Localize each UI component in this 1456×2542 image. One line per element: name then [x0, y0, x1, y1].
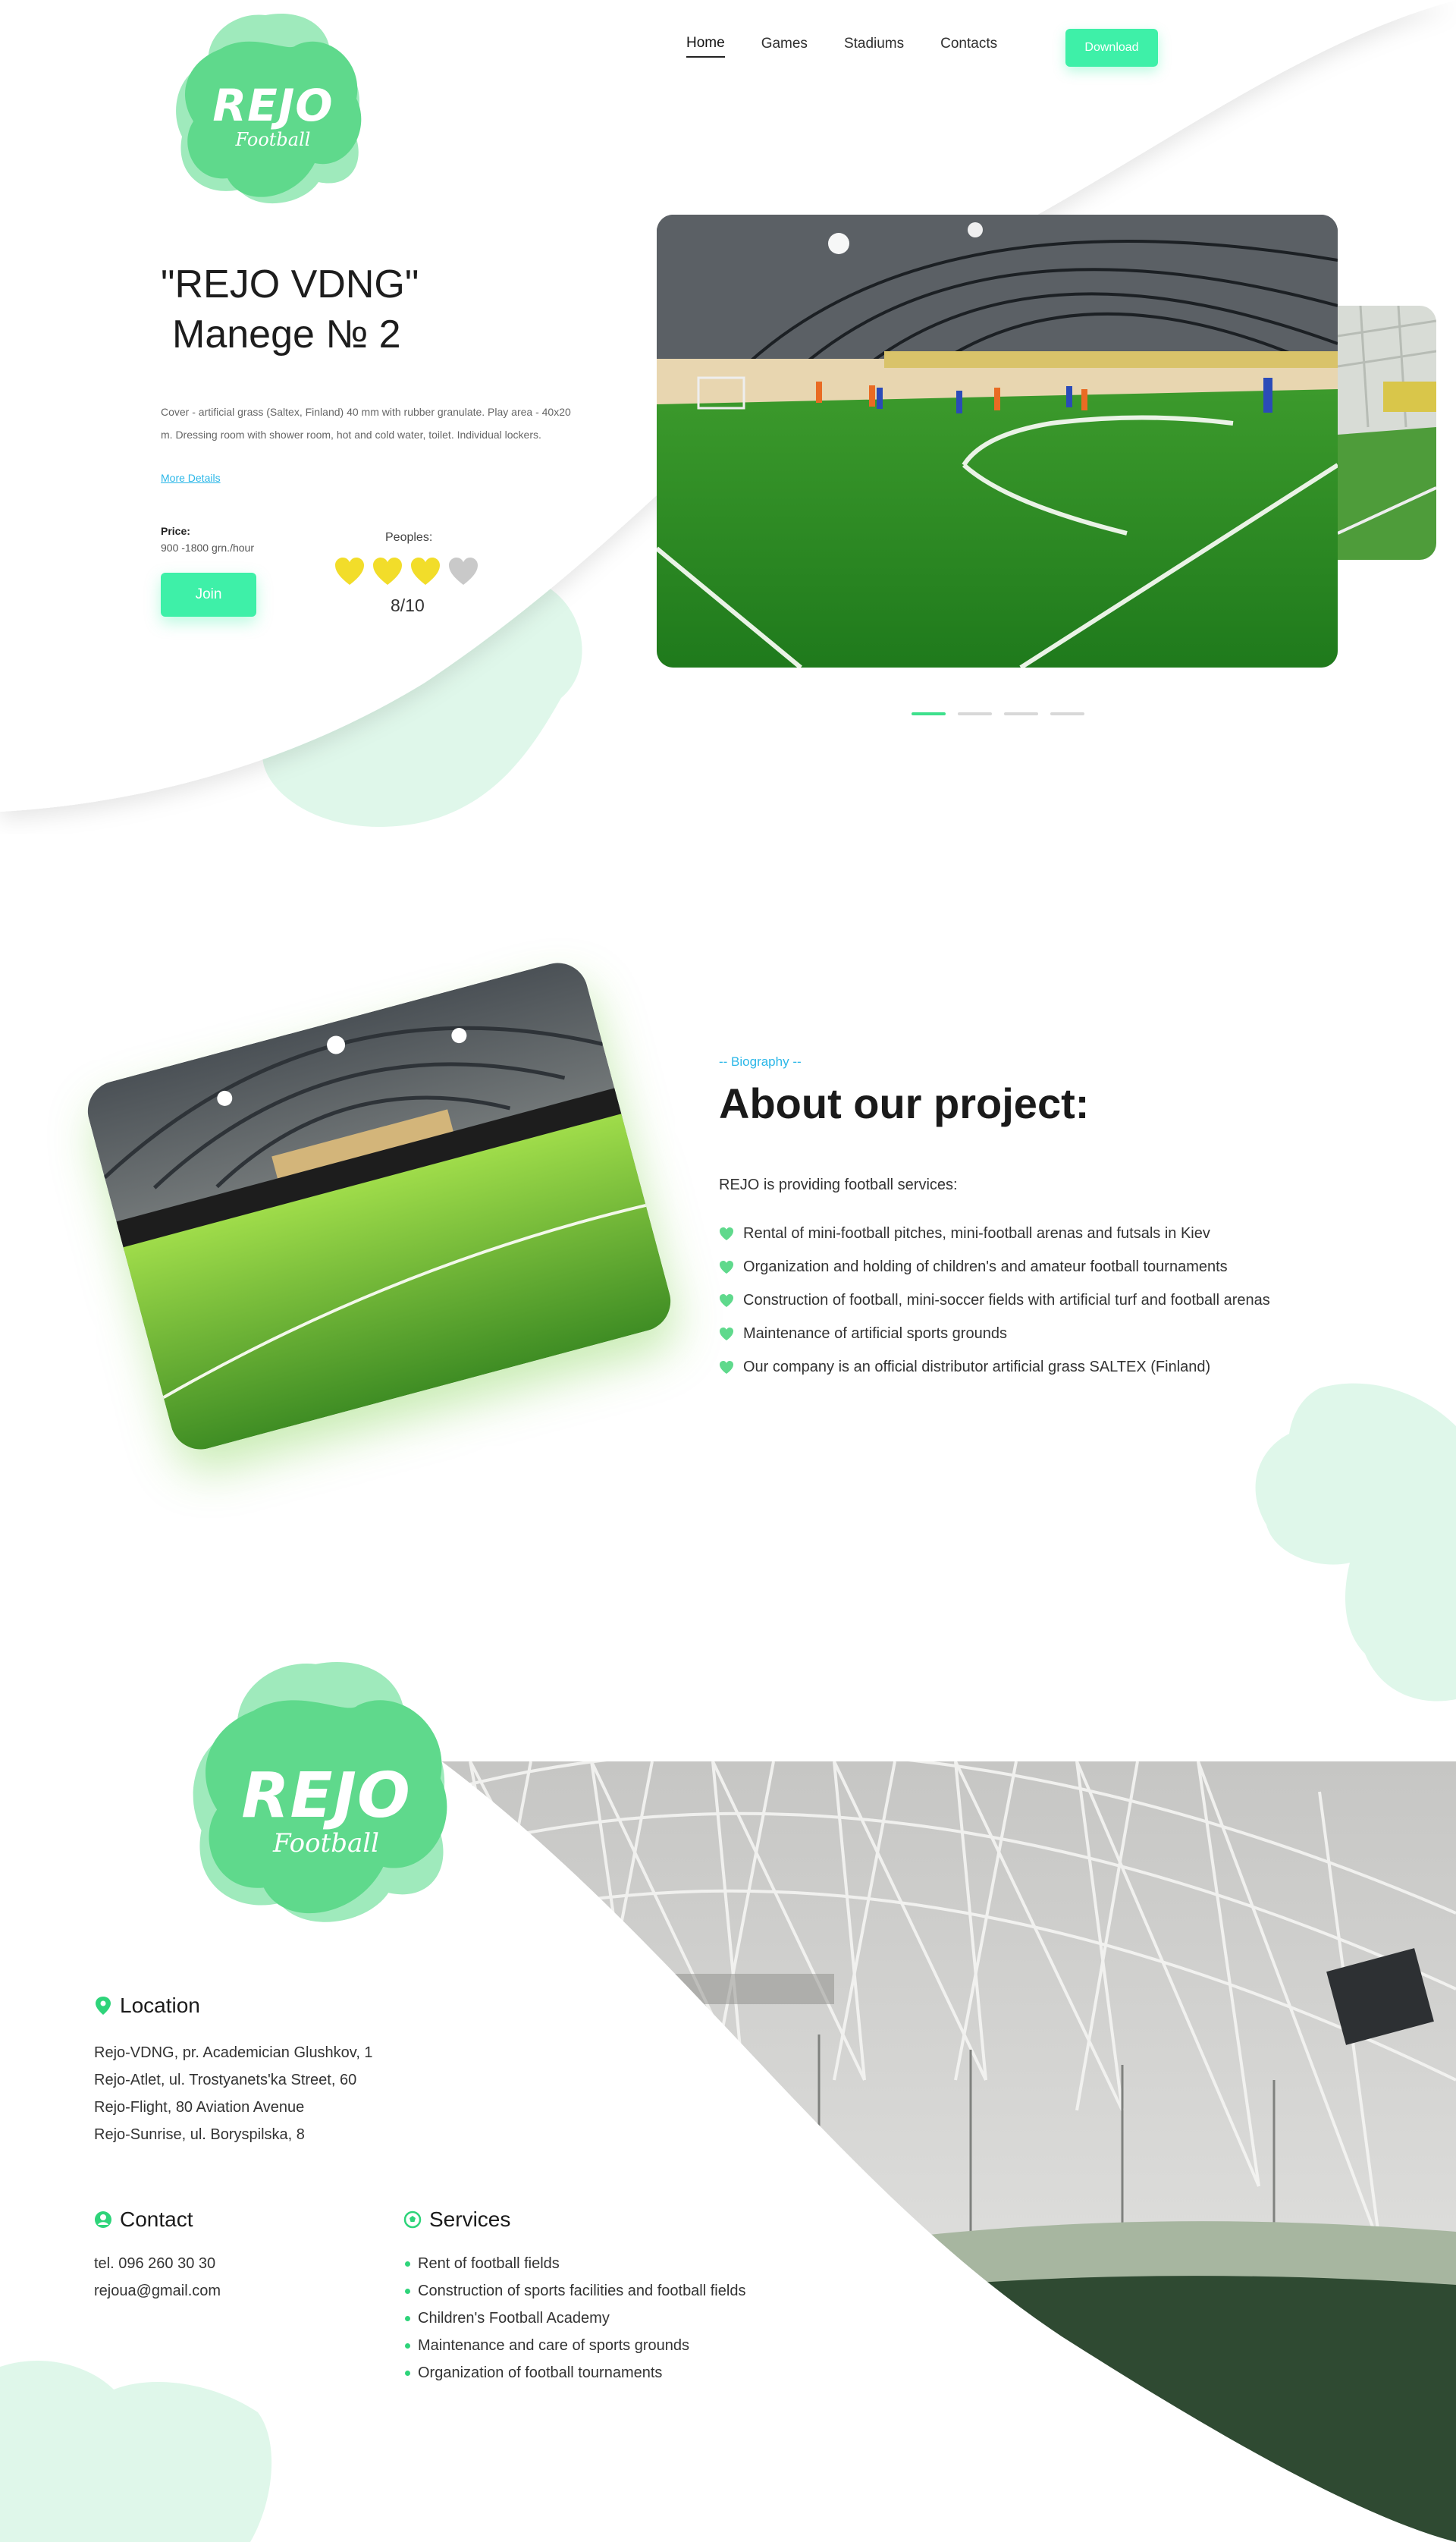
list-item-text: Our company is an official distributor a…	[743, 1358, 1211, 1375]
contact-phone[interactable]: tel. 096 260 30 30	[94, 2250, 221, 2277]
bullet-icon	[405, 2342, 410, 2349]
decor-blob	[1255, 1383, 1456, 1701]
heart-icon	[373, 558, 402, 585]
bullet-icon	[405, 2370, 410, 2376]
services-title-text: Services	[429, 2207, 511, 2231]
list-item[interactable]: Organization of football tournaments	[405, 2359, 745, 2386]
peoples-count: 8/10	[391, 595, 425, 615]
location-line: Rejo-VDNG, pr. Academician Glushkov, 1	[94, 2044, 373, 2061]
list-item: Our company is an official distributor a…	[719, 1350, 1270, 1384]
brand-name: REJO	[212, 80, 334, 131]
location-line: Rejo-Sunrise, ul. Boryspilska, 8	[94, 2126, 305, 2143]
list-item-text: Organization of football tournaments	[418, 2364, 663, 2381]
slider-dot[interactable]	[1004, 712, 1038, 715]
more-details-link[interactable]: More Details	[161, 472, 221, 484]
bullet-icon	[405, 2315, 410, 2321]
list-item-text: Construction of football, mini-soccer fi…	[743, 1291, 1270, 1309]
price-value: 900 -1800 grn./hour	[161, 542, 254, 554]
slider-dot[interactable]	[1050, 712, 1084, 715]
nav-games[interactable]: Games	[761, 36, 808, 57]
slider-dot[interactable]	[958, 712, 992, 715]
heart-icon	[335, 558, 364, 585]
location-title: Location	[94, 1994, 200, 2018]
location-line: Rejo-Flight, 80 Aviation Avenue	[94, 2099, 305, 2116]
heart-icon	[719, 1293, 734, 1307]
slider-dot[interactable]	[912, 712, 946, 715]
heart-icon	[719, 1360, 734, 1374]
list-item: Rental of mini-football pitches, mini-fo…	[719, 1217, 1270, 1250]
slider-dots	[912, 712, 1084, 715]
join-button[interactable]: Join	[161, 573, 256, 617]
stadium-title-line2: Manege № 2	[172, 313, 401, 357]
brand-subtitle: Football	[272, 1828, 380, 1859]
location-line: Rejo-Atlet, ul. Trostyanets'ka Street, 6…	[94, 2072, 357, 2088]
location-title-text: Location	[120, 1994, 200, 2017]
list-item[interactable]: Construction of sports facilities and fo…	[405, 2277, 745, 2305]
heart-icon	[411, 558, 440, 585]
list-item[interactable]: Children's Football Academy	[405, 2305, 745, 2332]
main-nav: Home Games Stadiums Contacts	[686, 35, 1034, 58]
nav-contacts[interactable]: Contacts	[940, 36, 997, 57]
user-icon	[95, 2211, 111, 2228]
stadium-title: "REJO VDNG" Manege № 2	[161, 259, 419, 360]
list-item-text: Maintenance and care of sports grounds	[418, 2337, 689, 2354]
list-item: Organization and holding of children's a…	[719, 1250, 1270, 1284]
peoples-label: Peoples:	[385, 531, 433, 544]
brand-name: REJO	[241, 1760, 411, 1832]
list-item-text: Organization and holding of children's a…	[743, 1258, 1228, 1275]
biography-label: -- Biography --	[719, 1054, 802, 1069]
brand-subtitle: Football	[235, 129, 311, 150]
heart-icon	[719, 1260, 734, 1274]
stadium-photo[interactable]	[657, 215, 1338, 668]
services-title: Services	[403, 2207, 510, 2232]
list-item-text: Maintenance of artificial sports grounds	[743, 1324, 1007, 1342]
services-footer-list: Rent of football fields Construction of …	[405, 2250, 745, 2386]
contact-title-text: Contact	[120, 2207, 193, 2231]
heart-icon	[719, 1327, 734, 1340]
price-label: Price:	[161, 525, 190, 537]
map-pin-icon	[96, 1997, 111, 2015]
download-button[interactable]: Download	[1065, 29, 1158, 67]
about-title: About our project:	[719, 1079, 1090, 1127]
stadium-description: Cover - artificial grass (Saltex, Finlan…	[161, 406, 571, 441]
list-item: Construction of football, mini-soccer fi…	[719, 1284, 1270, 1317]
list-item-text: Rent of football fields	[418, 2255, 560, 2272]
list-item-text: Construction of sports facilities and fo…	[418, 2283, 746, 2299]
list-item-text: Children's Football Academy	[418, 2310, 610, 2327]
list-item-text: Rental of mini-football pitches, mini-fo…	[743, 1224, 1210, 1242]
list-item[interactable]: Maintenance and care of sports grounds	[405, 2332, 745, 2359]
next-stadium-photo[interactable]	[1338, 306, 1436, 560]
nav-stadiums[interactable]: Stadiums	[844, 36, 904, 57]
bullet-icon	[405, 2261, 410, 2267]
stadium-title-line1: "REJO VDNG"	[161, 262, 419, 306]
about-photo	[80, 956, 678, 1456]
bullet-icon	[405, 2288, 410, 2294]
list-item[interactable]: Rent of football fields	[405, 2250, 745, 2277]
contact-title: Contact	[94, 2207, 193, 2232]
contact-list: tel. 096 260 30 30 rejoua@gmail.com	[94, 2250, 221, 2305]
footer-brand-logo[interactable]: REJO Football	[190, 1654, 463, 1934]
services-list: Rental of mini-football pitches, mini-fo…	[719, 1217, 1270, 1384]
list-item: Maintenance of artificial sports grounds	[719, 1317, 1270, 1350]
decor-blob	[0, 2360, 272, 2542]
soccer-ball-icon	[403, 2211, 422, 2229]
contact-email[interactable]: rejoua@gmail.com	[94, 2277, 221, 2305]
heart-icon	[719, 1227, 734, 1240]
location-list: Rejo-VDNG, pr. Academician Glushkov, 1 R…	[94, 2039, 373, 2148]
nav-home[interactable]: Home	[686, 35, 725, 58]
heart-icon	[449, 558, 478, 585]
about-intro: REJO is providing football services:	[719, 1177, 958, 1193]
brand-logo[interactable]: REJO Football	[174, 8, 372, 212]
peoples-hearts	[334, 556, 479, 586]
